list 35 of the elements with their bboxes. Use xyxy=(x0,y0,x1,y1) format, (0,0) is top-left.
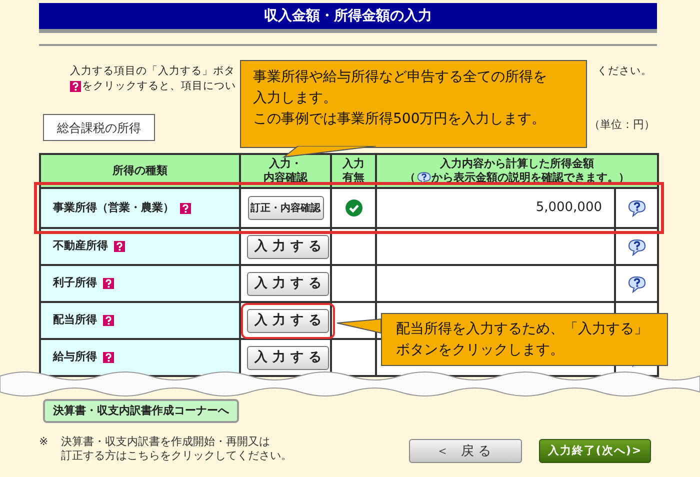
instruction-text: 入力する項目の「入力する」ボタ xyxy=(70,64,235,79)
instruction-text: をクリックすると、項目につい xyxy=(82,79,236,94)
callout: 配当所得を入力するため、「入力する」 ボタンをクリックします。 xyxy=(381,313,668,366)
amount-value: 5,000,000 xyxy=(536,200,602,216)
income-type-label: 利子所得 xyxy=(53,275,97,292)
help-icon[interactable] xyxy=(70,81,81,92)
edit-button[interactable]: 訂正・内容確認 xyxy=(248,196,324,220)
help-icon[interactable] xyxy=(180,202,191,214)
corner-button[interactable]: 決算書・収支内訳書作成コーナーへ xyxy=(43,399,239,424)
back-button[interactable]: ＜ 戻る xyxy=(409,439,522,464)
unit-label: （単位：円） xyxy=(589,116,655,132)
income-type-label: 不動産所得 xyxy=(53,238,108,254)
page-title: 収入金額・所得金額の入力 xyxy=(39,3,657,33)
input-button[interactable]: 入力する xyxy=(247,272,329,296)
input-button[interactable]: 入力する xyxy=(247,308,329,332)
income-type-label: 事業所得（営業・農業） xyxy=(53,200,174,216)
input-button[interactable]: 入力する xyxy=(247,346,329,370)
column-header: 所得の種類 xyxy=(40,154,240,188)
help-bubble-icon[interactable] xyxy=(416,171,432,185)
note-mark: ※ xyxy=(39,435,50,450)
next-button[interactable]: 入力終了(次へ)> xyxy=(539,439,651,464)
help-bubble-icon[interactable] xyxy=(626,238,646,256)
help-bubble-icon[interactable] xyxy=(626,274,646,292)
note-text: 決算書・収支内訳書を作成開始・再開又は 訂正する方はこちらをクリックしてください。 xyxy=(61,435,292,464)
section-tab[interactable]: 総合課税の所得 xyxy=(43,114,155,141)
help-icon[interactable] xyxy=(114,241,125,252)
column-header: 入力内容から計算した所得金額 xyxy=(439,157,595,171)
income-type-label: 配当所得 xyxy=(53,312,97,328)
help-icon[interactable] xyxy=(103,315,114,326)
help-bubble-icon[interactable] xyxy=(626,199,646,217)
input-button[interactable]: 入力する xyxy=(247,234,329,258)
income-type-label: 給与所得 xyxy=(53,349,97,366)
help-icon[interactable] xyxy=(103,278,114,289)
instruction-text: ください。 xyxy=(597,64,652,79)
help-icon[interactable] xyxy=(103,352,114,363)
